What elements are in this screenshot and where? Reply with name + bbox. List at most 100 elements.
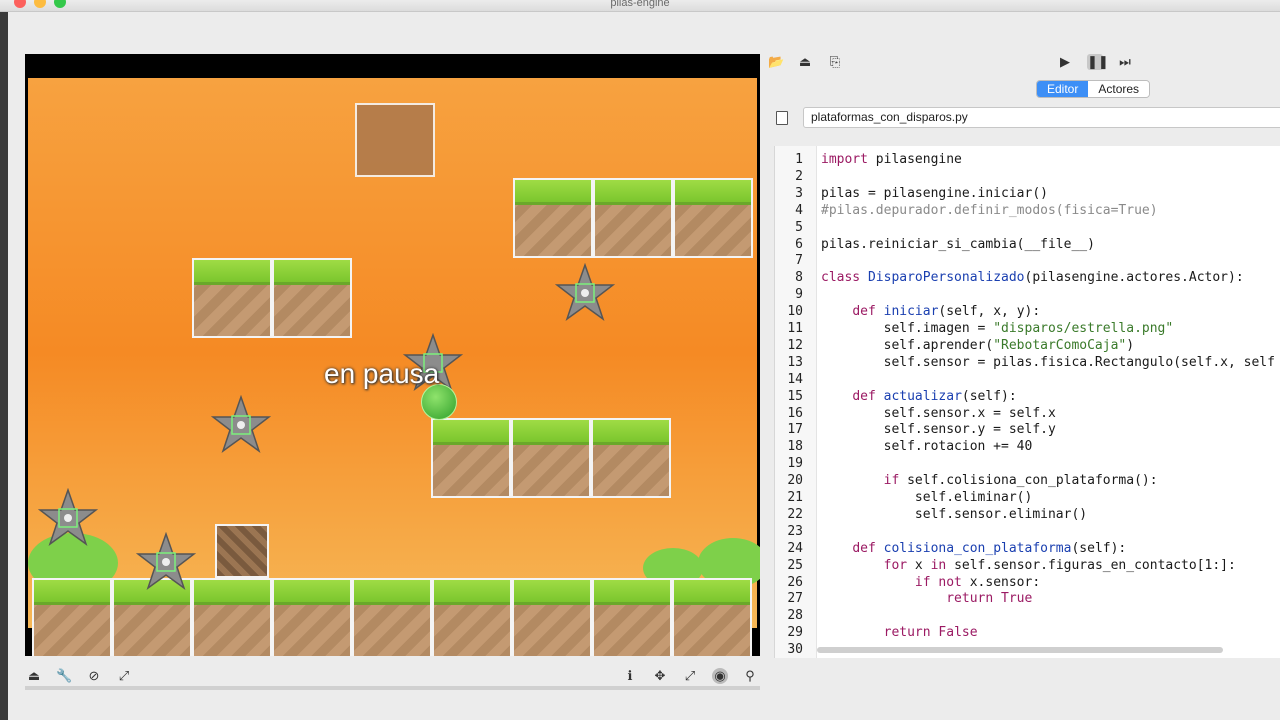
- star-projectile: [136, 532, 196, 590]
- ground-tile: [512, 578, 592, 656]
- ground-tile: [272, 578, 352, 656]
- import-icon[interactable]: ⎘: [827, 54, 843, 70]
- code-line[interactable]: self.sensor.eliminar(): [821, 506, 1087, 523]
- line-number: 5: [795, 219, 803, 235]
- ground-tile: [672, 578, 752, 656]
- platform-tile: [511, 418, 591, 498]
- code-line[interactable]: self.imagen = "disparos/estrella.png": [821, 320, 1174, 337]
- editor-scrollbar[interactable]: [817, 647, 1223, 653]
- platform-tile: [593, 178, 673, 258]
- line-number: 2: [795, 168, 803, 184]
- code-line[interactable]: import pilasengine: [821, 151, 962, 168]
- crate-box: [355, 103, 435, 177]
- star-projectile: [211, 395, 271, 453]
- block-icon[interactable]: ⊘: [86, 668, 102, 684]
- ground-tile: [32, 578, 112, 656]
- line-number: 19: [787, 456, 803, 472]
- line-number: 23: [787, 523, 803, 539]
- star-projectile: [555, 263, 615, 321]
- wrench-icon[interactable]: 🔧: [56, 668, 72, 684]
- step-icon[interactable]: ⏭: [1117, 54, 1133, 70]
- wooden-crate: [215, 524, 269, 578]
- platform-tile: [513, 178, 593, 258]
- line-number: 12: [787, 337, 803, 353]
- line-number: 22: [787, 506, 803, 522]
- line-number: 30: [787, 642, 803, 658]
- line-number: 14: [787, 371, 803, 387]
- move-icon[interactable]: ✥: [652, 668, 668, 684]
- platform-tile: [192, 258, 272, 338]
- code-line[interactable]: return False: [821, 624, 978, 641]
- code-line[interactable]: if self.colisiona_con_plataforma():: [821, 472, 1158, 489]
- line-number: 18: [787, 439, 803, 455]
- code-line[interactable]: return True: [821, 590, 1032, 607]
- line-number: 26: [787, 574, 803, 590]
- code-line[interactable]: def iniciar(self, x, y):: [821, 303, 1040, 320]
- resize-icon[interactable]: ⤢: [682, 668, 698, 684]
- line-number: 25: [787, 557, 803, 573]
- code-line[interactable]: for x in self.sensor.figuras_en_contacto…: [821, 557, 1236, 574]
- platform-tile: [431, 418, 511, 498]
- star-projectile: [38, 488, 98, 546]
- ground-tile: [192, 578, 272, 656]
- ground-tile: [592, 578, 672, 656]
- line-number: 13: [787, 354, 803, 370]
- line-number: 11: [787, 321, 803, 336]
- code-line[interactable]: self.sensor.y = self.y: [821, 421, 1056, 438]
- globe-icon[interactable]: ◉: [712, 668, 728, 684]
- platform-tile: [673, 178, 753, 258]
- ground-tile: [352, 578, 432, 656]
- line-number: 27: [787, 591, 803, 607]
- tab-editor[interactable]: Editor: [1037, 81, 1089, 97]
- ground-tile: [432, 578, 512, 656]
- line-number: 10: [787, 304, 803, 320]
- line-number: 21: [787, 490, 803, 505]
- export-icon[interactable]: ⏏: [797, 54, 813, 70]
- line-number: 3: [795, 185, 803, 201]
- code-line[interactable]: pilas.reiniciar_si_cambia(__file__): [821, 236, 1095, 253]
- code-line[interactable]: self.sensor.x = self.x: [821, 405, 1056, 422]
- file-row: plataformas_con_disparos.py: [768, 106, 1280, 130]
- folder-icon[interactable]: 📂: [768, 54, 784, 70]
- play-icon[interactable]: ▶: [1057, 54, 1073, 70]
- line-number: 24: [787, 540, 803, 556]
- code-line[interactable]: class DisparoPersonalizado(pilasengine.a…: [821, 269, 1244, 286]
- window-title: pilas-engine: [610, 0, 670, 9]
- pin-icon[interactable]: ⚲: [742, 668, 758, 684]
- line-number: 28: [787, 608, 803, 624]
- horizontal-splitter[interactable]: [25, 686, 760, 690]
- editor-toolbar: 📂 ⏏ ⎘ ▶ ❚❚ ⏭: [762, 52, 1280, 74]
- line-number: 16: [787, 405, 803, 421]
- export-icon[interactable]: ⏏: [26, 668, 42, 684]
- line-number: 17: [787, 422, 803, 438]
- code-line[interactable]: self.rotacion += 40: [821, 438, 1033, 455]
- game-background: en pausa: [28, 78, 760, 656]
- line-number: 20: [787, 473, 803, 489]
- filename-field[interactable]: plataformas_con_disparos.py: [803, 107, 1280, 128]
- code-line[interactable]: self.sensor = pilas.fisica.Rectangulo(se…: [821, 354, 1275, 371]
- code-line[interactable]: self.eliminar(): [821, 489, 1032, 506]
- code-line[interactable]: self.aprender("RebotarComoCaja"): [821, 337, 1134, 354]
- pause-icon[interactable]: ❚❚: [1087, 54, 1109, 70]
- line-number: 6: [795, 236, 803, 252]
- platform-tile: [272, 258, 352, 338]
- code-line[interactable]: def actualizar(self):: [821, 388, 1016, 405]
- code-editor[interactable]: 1 import pilasengine 2 3 pilas = pilasengine…: [774, 146, 1280, 658]
- line-number: 9: [795, 287, 803, 303]
- code-line[interactable]: #pilas.depurador.definir_modos(fisica=Tr…: [821, 202, 1158, 219]
- game-canvas[interactable]: en pausa: [25, 54, 760, 656]
- line-number: 15: [787, 388, 803, 404]
- line-number: 8: [795, 270, 803, 286]
- code-line[interactable]: def colisiona_con_plataforma(self):: [821, 540, 1126, 557]
- code-line[interactable]: if not x.sensor:: [821, 574, 1040, 591]
- game-toolbar: ⏏ 🔧 ⊘ ⤢ ℹ ✥ ⤢ ◉ ⚲: [25, 662, 760, 688]
- code-line[interactable]: pilas = pilasengine.iniciar(): [821, 185, 1048, 202]
- file-icon: [776, 111, 788, 125]
- line-number: 7: [795, 253, 803, 269]
- pause-label: en pausa: [324, 358, 440, 389]
- expand-icon[interactable]: ⤢: [116, 668, 132, 684]
- line-number: 29: [787, 625, 803, 641]
- tab-actores[interactable]: Actores: [1088, 81, 1150, 97]
- line-number: 4: [795, 202, 803, 218]
- info-icon[interactable]: ℹ: [622, 668, 638, 684]
